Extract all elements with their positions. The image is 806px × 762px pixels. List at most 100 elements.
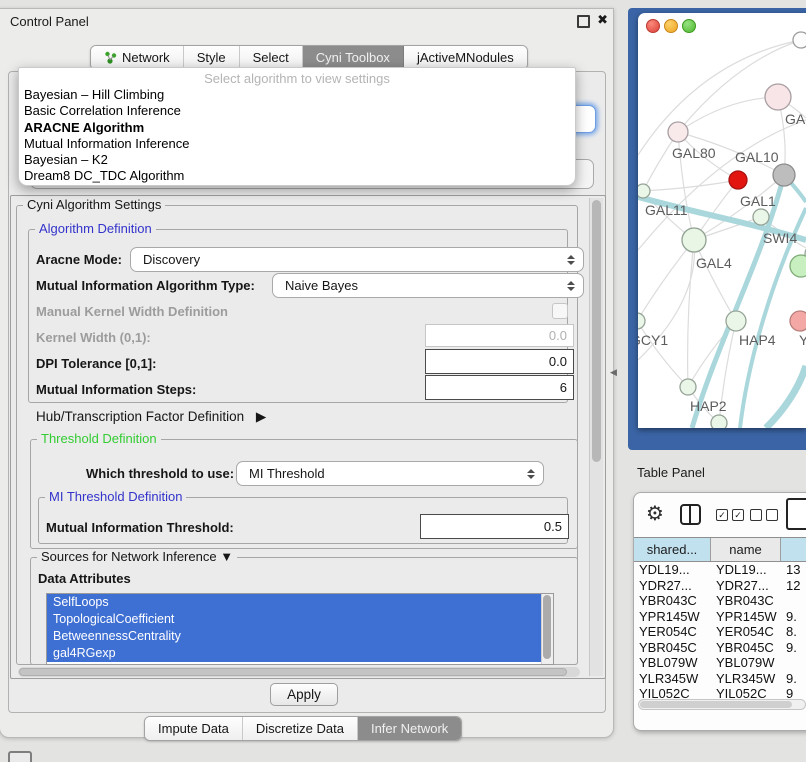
- sources-toggle[interactable]: Sources for Network Inference ▼: [37, 549, 237, 564]
- kernel-width-field: 0.0: [425, 324, 574, 347]
- table-row[interactable]: YLR345WYLR345W9.: [634, 671, 806, 687]
- table-cell: [781, 655, 806, 671]
- tab-cyni-toolbox[interactable]: Cyni Toolbox: [303, 46, 404, 69]
- tab-network[interactable]: Network: [91, 46, 184, 69]
- table-scrollbar-thumb[interactable]: [640, 701, 792, 708]
- table-cell: YBR045C: [711, 640, 781, 656]
- dpi-tolerance-value: 0.0: [549, 354, 567, 369]
- algorithm-option-aracne-algorithm[interactable]: ARACNE Algorithm: [19, 120, 575, 136]
- network-node-gal[interactable]: [765, 84, 791, 110]
- table-cell: 13: [781, 562, 806, 578]
- tab-select[interactable]: Select: [240, 46, 303, 69]
- combo-arrows-icon: [567, 255, 575, 265]
- float-window-icon[interactable]: [577, 15, 590, 28]
- attributes-scrollbar-thumb[interactable]: [543, 595, 551, 659]
- network-node-gal1[interactable]: [753, 209, 769, 225]
- table-horizontal-scrollbar[interactable]: [638, 699, 806, 710]
- table-row[interactable]: YER054CYER054C8.: [634, 624, 806, 640]
- column-header-name[interactable]: name: [711, 538, 781, 561]
- which-threshold-label: Which threshold to use:: [86, 466, 234, 481]
- dpi-tolerance-field[interactable]: 0.0: [425, 349, 574, 374]
- vertical-scrollbar-thumb[interactable]: [592, 200, 601, 462]
- horizontal-scrollbar[interactable]: [18, 667, 580, 677]
- attributes-scrollbar[interactable]: [541, 594, 553, 664]
- hub-definition-toggle[interactable]: Hub/Transcription Factor Definition ▶: [36, 409, 266, 425]
- network-node-gal11[interactable]: [638, 184, 650, 198]
- node-label-swi4: SWI4: [763, 230, 797, 246]
- node-label-gal1: GAL1: [740, 193, 776, 209]
- tab-label: Select: [253, 50, 289, 65]
- attribute-item-gal4rgexp[interactable]: gal4RGexp: [47, 645, 553, 662]
- which-threshold-combo[interactable]: MI Threshold: [236, 461, 544, 486]
- tab-impute-data[interactable]: Impute Data: [145, 717, 243, 740]
- algorithm-option-mutual-information-inference[interactable]: Mutual Information Inference: [19, 136, 575, 152]
- close-icon[interactable]: ✖: [597, 12, 608, 28]
- mi-steps-field[interactable]: 6: [425, 375, 574, 400]
- network-node-gal80[interactable]: [668, 122, 688, 142]
- data-attributes-items: SelfLoopsTopologicalCoefficientBetweenne…: [47, 594, 553, 662]
- attribute-item-topologicalcoefficient[interactable]: TopologicalCoefficient: [47, 611, 553, 628]
- column-header-a[interactable]: A: [781, 538, 806, 561]
- algorithm-option-dream8-dc-tdc-algorithm[interactable]: Dream8 DC_TDC Algorithm: [19, 168, 575, 184]
- table-row[interactable]: YBR045CYBR045C9.: [634, 640, 806, 656]
- mi-type-combo[interactable]: Naive Bayes: [272, 273, 584, 298]
- manual-kernel-checkbox[interactable]: [552, 303, 568, 319]
- table-cell: YIL052C: [634, 686, 711, 698]
- deselect-all-icon[interactable]: [750, 509, 778, 521]
- network-node-gal4[interactable]: [682, 228, 706, 252]
- node-label-gal11: GAL11: [645, 202, 688, 218]
- network-node[interactable]: [793, 32, 806, 48]
- algorithm-option-bayesian-k2[interactable]: Bayesian – K2: [19, 152, 575, 168]
- node-label-gal4: GAL4: [696, 255, 732, 271]
- table-cell: 9: [781, 686, 806, 698]
- table-cell: YPR145W: [711, 609, 781, 625]
- table-cell: YDR27...: [711, 578, 781, 594]
- new-table-icon[interactable]: [786, 498, 806, 530]
- table-header-row: shared...nameA: [634, 537, 806, 562]
- table-cell: YER054C: [711, 624, 781, 640]
- apply-button[interactable]: Apply: [270, 683, 338, 706]
- select-all-icon[interactable]: ✓✓: [716, 509, 744, 521]
- table-row[interactable]: YPR145WYPR145W9.: [634, 609, 806, 625]
- algorithm-option-bayesian-hill-climbing[interactable]: Bayesian – Hill Climbing: [19, 87, 575, 103]
- network-node[interactable]: [711, 415, 727, 428]
- network-node-hap2[interactable]: [680, 379, 696, 395]
- tab-jactivemnodules[interactable]: jActiveMNodules: [404, 46, 527, 69]
- settings-gear-icon[interactable]: ⚙: [646, 501, 664, 526]
- tab-style[interactable]: Style: [184, 46, 240, 69]
- attribute-item-betweennesscentrality[interactable]: BetweennessCentrality: [47, 628, 553, 645]
- aracne-mode-combo[interactable]: Discovery: [130, 247, 584, 272]
- data-attributes-list[interactable]: SelfLoopsTopologicalCoefficientBetweenne…: [46, 593, 554, 665]
- horizontal-scrollbar-thumb[interactable]: [19, 668, 567, 676]
- split-collapse-icon[interactable]: ◀: [610, 367, 617, 378]
- network-node-y[interactable]: [790, 311, 806, 331]
- network-canvas[interactable]: GALGAL80GAL10GAL11GAL1SWI4GAL4GCY1HAP4YH…: [638, 13, 806, 428]
- table-row[interactable]: YBL079WYBL079W: [634, 655, 806, 671]
- column-chooser-icon[interactable]: [680, 504, 701, 525]
- vertical-scrollbar[interactable]: [589, 198, 603, 676]
- algorithm-option-basic-correlation-inference[interactable]: Basic Correlation Inference: [19, 103, 575, 119]
- network-node-gal10[interactable]: [729, 171, 747, 189]
- apply-button-label: Apply: [287, 687, 321, 702]
- network-node[interactable]: [790, 255, 806, 277]
- tab-label: Impute Data: [158, 721, 229, 736]
- mi-threshold-field[interactable]: 0.5: [420, 514, 569, 539]
- network-node-gcy1[interactable]: [638, 313, 645, 329]
- attribute-item-selfloops[interactable]: SelfLoops: [47, 594, 553, 611]
- column-header-shared[interactable]: shared...: [634, 538, 711, 561]
- table-row[interactable]: YDL19...YDL19...13: [634, 562, 806, 578]
- minimized-panel-icon[interactable]: [8, 751, 32, 762]
- table-cell: YDL19...: [634, 562, 711, 578]
- network-node[interactable]: [773, 164, 795, 186]
- table-cell: YBL079W: [634, 655, 711, 671]
- table-row[interactable]: YBR043CYBR043C: [634, 593, 806, 609]
- table-cell: 8.: [781, 624, 806, 640]
- table-row[interactable]: YDR27...YDR27...12: [634, 578, 806, 594]
- screen: Control Panel ✖ NetworkStyleSelectCyni T…: [0, 0, 806, 762]
- tab-discretize-data[interactable]: Discretize Data: [243, 717, 358, 740]
- tab-infer-network[interactable]: Infer Network: [358, 717, 461, 740]
- network-node-hap4[interactable]: [726, 311, 746, 331]
- table-row[interactable]: YIL052CYIL052C9: [634, 686, 806, 698]
- manual-kernel-label: Manual Kernel Width Definition: [36, 304, 228, 319]
- bottom-tabs: Impute Data Discretize DataInfer Network: [144, 716, 462, 741]
